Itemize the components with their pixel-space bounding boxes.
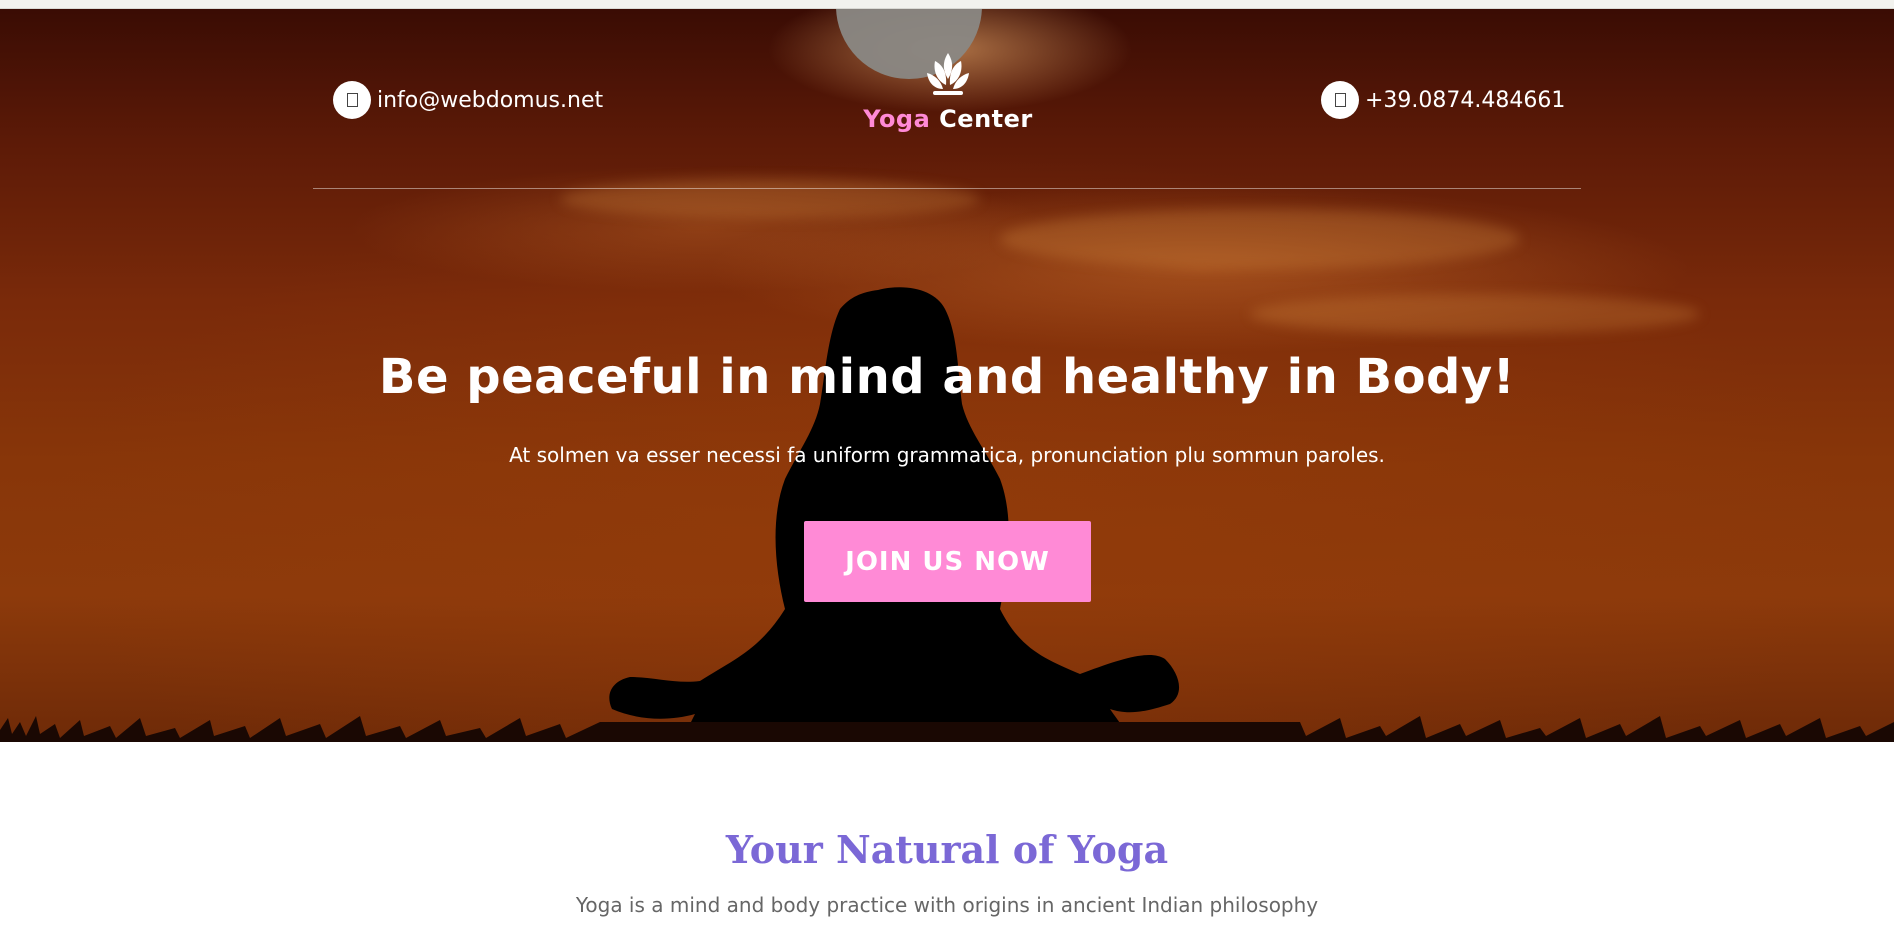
section-title: Your Natural of Yoga [725, 827, 1169, 872]
hero-title: Be peaceful in mind and healthy in Body! [378, 349, 1516, 405]
lotus-icon [927, 53, 969, 95]
email-contact[interactable]: info@webdomus.net [333, 81, 603, 119]
phone-icon [1321, 81, 1359, 119]
hero-subtitle: At solmen va esser necessi fa uniform gr… [509, 443, 1385, 467]
grass-strip [0, 716, 1894, 742]
brand-name: Yoga Center [863, 105, 1033, 133]
phone-text[interactable]: +39.0874.484661 [1365, 88, 1565, 113]
logo[interactable]: Yoga Center [863, 49, 1033, 133]
header-divider [313, 188, 1581, 189]
phone-contact[interactable]: +39.0874.484661 [1321, 81, 1565, 119]
brand-first: Yoga [863, 105, 931, 133]
email-text[interactable]: info@webdomus.net [377, 88, 603, 113]
section-subtitle: Yoga is a mind and body practice with or… [575, 893, 1319, 917]
top-border [0, 0, 1894, 9]
join-us-button[interactable]: JOIN US NOW [804, 521, 1091, 602]
brand-second: Center [939, 105, 1033, 133]
envelope-icon [333, 81, 371, 119]
hero-section: info@webdomus.net Yoga Center +39.0874.4… [0, 9, 1894, 742]
